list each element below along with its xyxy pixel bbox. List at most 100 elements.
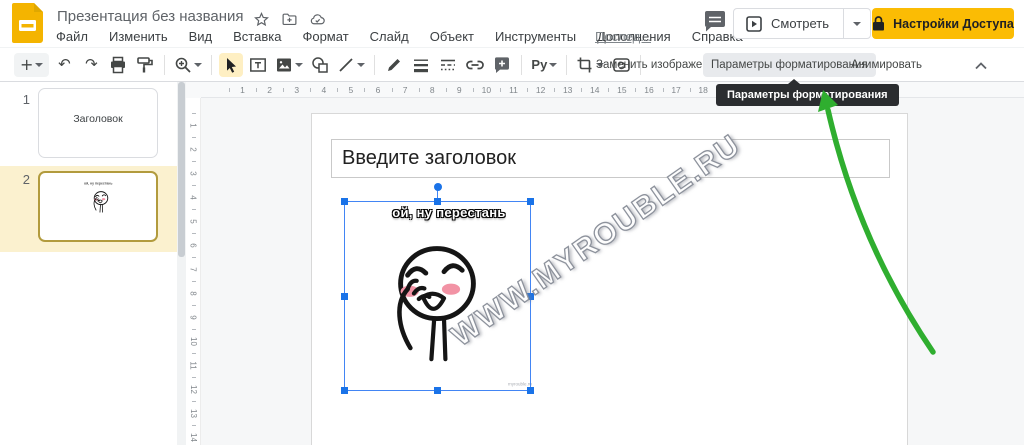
google-slides-app: Презентация без названия Файл Изменить Вид… (0, 0, 1024, 445)
ruler-number: 5 (186, 209, 201, 233)
present-button-label: Смотреть (771, 16, 829, 31)
share-button-label: Настройки Доступа (893, 17, 1014, 31)
add-comment-button[interactable] (490, 53, 514, 77)
current-slide[interactable]: Введите заголовок WWW.MYROUBLE.RU ой, ну… (311, 113, 908, 445)
ruler-number: 2 (186, 137, 201, 161)
resize-handle-se[interactable] (527, 387, 534, 394)
animate-button[interactable]: Анимировать (843, 53, 930, 77)
text-box-tool[interactable] (246, 53, 270, 77)
resize-handle-w[interactable] (341, 293, 348, 300)
caret-down-icon (35, 63, 43, 67)
slide-thumbnail-1[interactable]: Заголовок (38, 88, 158, 158)
slide-filmstrip: 1 Заголовок 2 ой, ну перестань (0, 82, 177, 445)
ruler-number: 1 (229, 82, 256, 98)
star-icon[interactable] (253, 11, 270, 28)
resize-handle-sw[interactable] (341, 387, 348, 394)
ruler-number: 11 (186, 353, 201, 377)
present-dropdown[interactable] (843, 9, 870, 38)
share-button[interactable]: Настройки Доступа (872, 8, 1014, 39)
last-edit-link[interactable]: Послед... (595, 29, 651, 44)
ruler-number: 12 (186, 377, 201, 401)
caret-down-icon (853, 22, 861, 26)
slide-thumbnail-2[interactable]: ой, ну перестань (38, 171, 158, 242)
cloud-saved-icon (309, 11, 326, 28)
insert-link-button[interactable] (463, 53, 487, 77)
menu-item[interactable]: Слайд (370, 29, 409, 44)
thumbnail-meme-image (88, 188, 114, 214)
ruler-number: 7 (186, 257, 201, 281)
border-weight-tool[interactable] (409, 53, 433, 77)
ruler-number: 6 (186, 233, 201, 257)
menu-item[interactable]: Файл (56, 29, 88, 44)
ruler-number: 6 (364, 82, 391, 98)
lock-icon (872, 16, 885, 31)
image-icon (275, 56, 293, 74)
ruler-number: 10 (186, 329, 201, 353)
undo-button[interactable]: ↶ (52, 53, 76, 77)
paint-format-button[interactable] (133, 53, 157, 77)
plus-icon: + (20, 57, 33, 73)
text-box-icon (249, 56, 267, 74)
ruler-number: 14 (581, 82, 608, 98)
toolbar-separator (521, 55, 522, 75)
fill-tool[interactable]: Ру (529, 53, 559, 77)
fill-tool-glyph: Ру (531, 57, 547, 72)
collapse-toolbar-icon[interactable] (972, 57, 990, 75)
comments-icon[interactable] (703, 11, 727, 33)
present-button-main[interactable]: Смотреть (734, 9, 843, 38)
ruler-number: 2 (256, 82, 283, 98)
zoom-button[interactable] (172, 53, 204, 77)
present-button[interactable]: Смотреть (733, 8, 871, 39)
rotation-handle[interactable] (434, 183, 442, 191)
menu-item[interactable]: Изменить (109, 29, 168, 44)
top-bar: Презентация без названия Файл Изменить Вид… (0, 0, 1024, 47)
ruler-number: 11 (500, 82, 527, 98)
slide-row-2-selected[interactable]: 2 ой, ну перестань (0, 166, 177, 252)
document-title[interactable]: Презентация без названия (57, 8, 244, 25)
redo-button[interactable]: ↷ (79, 53, 103, 77)
ruler-number: 13 (554, 82, 581, 98)
select-tool[interactable] (219, 53, 243, 77)
toolbar-left-group: + ↶ ↷ (14, 48, 645, 81)
menu-item[interactable]: Формат (302, 29, 348, 44)
filmstrip-scrollbar[interactable] (177, 82, 186, 445)
ruler-number: 9 (186, 305, 201, 329)
line-tool[interactable] (335, 53, 367, 77)
slide-canvas: Введите заголовок WWW.MYROUBLE.RU ой, ну… (201, 98, 1024, 445)
vertical-ruler-numbers: 1234567891011121314 (186, 113, 201, 445)
toolbar-separator (374, 55, 375, 75)
link-icon (465, 56, 485, 74)
menu-item[interactable]: Вид (189, 29, 213, 44)
ruler-number: 8 (186, 281, 201, 305)
ruler-number: 4 (310, 82, 337, 98)
new-slide-button[interactable]: + (14, 53, 49, 77)
slide-row-1[interactable]: 1 Заголовок (0, 86, 177, 164)
resize-handle-nw[interactable] (341, 198, 348, 205)
border-dash-tool[interactable] (436, 53, 460, 77)
menu-item[interactable]: Инструменты (495, 29, 576, 44)
print-button[interactable] (106, 53, 130, 77)
shape-tool[interactable] (308, 53, 332, 77)
scrollbar-thumb[interactable] (178, 82, 185, 257)
horizontal-ruler: 1234567891011121314151617181920212223242… (201, 82, 1024, 98)
toolbar-separator (164, 55, 165, 75)
menu-item[interactable]: Вставка (233, 29, 281, 44)
ruler-number: 12 (527, 82, 554, 98)
slides-logo-icon[interactable] (12, 3, 43, 44)
ruler-number: 7 (392, 82, 419, 98)
pen-icon (385, 56, 403, 74)
resize-handle-s[interactable] (434, 387, 441, 394)
thumbnail-meme-caption: ой, ну перестань (84, 182, 112, 186)
menu-item[interactable]: Объект (430, 29, 474, 44)
insert-image-tool[interactable] (273, 53, 305, 77)
border-color-tool[interactable] (382, 53, 406, 77)
move-folder-icon[interactable] (281, 11, 298, 28)
title-placeholder-box[interactable]: Введите заголовок (331, 139, 890, 178)
ruler-number: 1 (186, 113, 201, 137)
caret-down-icon (194, 63, 202, 67)
ruler-number: 15 (608, 82, 635, 98)
resize-handle-n[interactable] (434, 198, 441, 205)
resize-handle-ne[interactable] (527, 198, 534, 205)
ruler-number: 3 (186, 161, 201, 185)
zoom-icon (174, 56, 192, 74)
